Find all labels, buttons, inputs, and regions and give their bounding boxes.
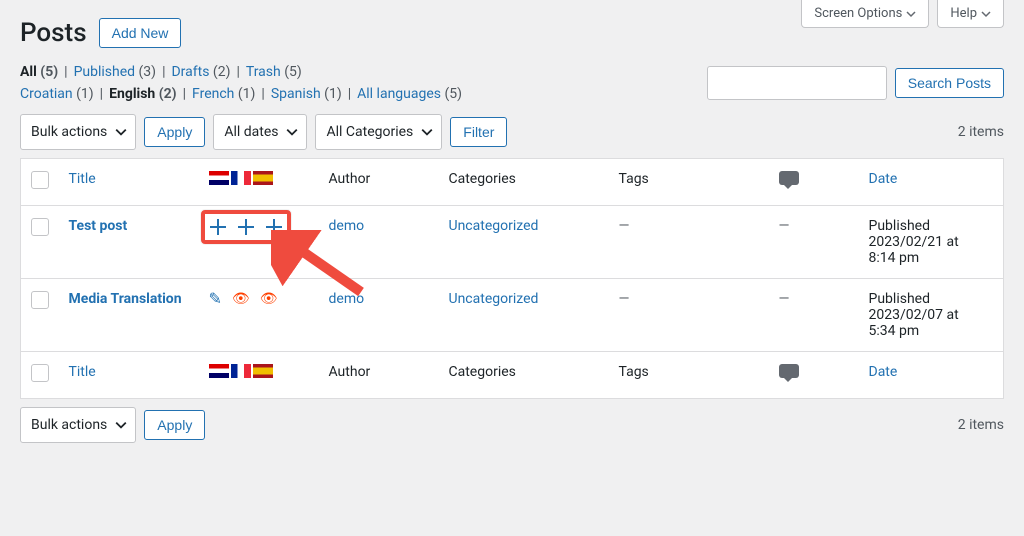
filter-all-languages[interactable]: All languages (5)	[357, 86, 462, 102]
column-author-foot: Author	[319, 352, 439, 399]
filter-count: (2)	[213, 64, 231, 80]
filter-drafts[interactable]: Drafts (2)	[171, 64, 230, 80]
chevron-down-icon	[421, 126, 433, 138]
screen-options-button[interactable]: Screen Options	[801, 0, 929, 28]
tags-cell: —	[619, 218, 630, 234]
category-filter-label: All Categories	[326, 124, 413, 140]
chevron-down-icon	[286, 126, 298, 138]
column-languages	[199, 159, 319, 206]
edit-translation-icon[interactable]: ✎	[209, 291, 222, 307]
comment-icon	[779, 364, 799, 378]
flag-es-icon	[253, 364, 273, 378]
filter-published[interactable]: Published (3)	[74, 64, 157, 80]
search-input[interactable]	[707, 66, 887, 100]
flag-es-icon	[253, 171, 273, 185]
date-filter-select[interactable]: All dates	[213, 114, 307, 150]
filter-count: (3)	[139, 64, 157, 80]
filter-button[interactable]: Filter	[450, 117, 507, 147]
post-title-link[interactable]: Media Translation	[69, 291, 182, 307]
row-checkbox[interactable]	[31, 291, 49, 309]
date-filter-label: All dates	[224, 124, 278, 140]
column-tags-foot: Tags	[609, 352, 769, 399]
select-all-checkbox-foot[interactable]	[31, 364, 49, 382]
help-button[interactable]: Help	[937, 0, 1004, 28]
filter-count: (1)	[238, 86, 256, 102]
add-translation-icon[interactable]	[209, 218, 227, 236]
category-filter-select[interactable]: All Categories	[315, 114, 442, 150]
help-label: Help	[950, 6, 977, 21]
table-row: Test post demo Uncategorized — — Published202…	[21, 206, 1004, 279]
bulk-actions-select[interactable]: Bulk actions	[20, 114, 136, 150]
chevron-down-icon	[115, 419, 127, 431]
filter-all[interactable]: All (5)	[20, 64, 58, 80]
filter-trash[interactable]: Trash (5)	[246, 64, 302, 80]
select-all-checkbox[interactable]	[31, 171, 49, 189]
chevron-down-icon	[981, 9, 991, 19]
column-tags: Tags	[609, 159, 769, 206]
date-cell: Published2023/02/07 at5:34 pm	[859, 279, 1004, 352]
column-comments-foot	[769, 352, 859, 399]
flag-fr-icon	[231, 171, 251, 185]
column-languages-foot	[199, 352, 319, 399]
apply-button-top[interactable]: Apply	[144, 117, 205, 147]
post-title-link[interactable]: Test post	[69, 218, 128, 234]
column-comments	[769, 159, 859, 206]
apply-button-bottom[interactable]: Apply	[144, 410, 205, 440]
column-categories-foot: Categories	[439, 352, 609, 399]
flag-hr-icon	[209, 364, 229, 378]
filter-french[interactable]: French (1)	[192, 86, 255, 102]
column-date[interactable]: Date	[869, 171, 898, 187]
author-link[interactable]: demo	[329, 218, 365, 234]
view-translation-icon[interactable]: 👁	[260, 292, 278, 306]
comment-icon	[779, 171, 799, 185]
bulk-actions-label-bottom: Bulk actions	[31, 417, 107, 433]
items-count-bottom: 2 items	[958, 417, 1004, 433]
chevron-down-icon	[115, 126, 127, 138]
filter-count: (5)	[284, 64, 302, 80]
row-checkbox[interactable]	[31, 218, 49, 236]
filter-count: (5)	[444, 86, 462, 102]
column-author: Author	[319, 159, 439, 206]
add-new-button[interactable]: Add New	[99, 18, 182, 48]
filter-croatian[interactable]: Croatian (1)	[20, 86, 94, 102]
add-translation-icon[interactable]	[237, 218, 255, 236]
filter-spanish[interactable]: Spanish (1)	[271, 86, 342, 102]
author-link[interactable]: demo	[329, 291, 365, 307]
filter-count: (1)	[76, 86, 94, 102]
comments-cell: —	[779, 291, 790, 307]
tablenav-top: Bulk actions Apply All dates All Categor…	[20, 106, 1004, 158]
column-categories: Categories	[439, 159, 609, 206]
search-posts-button[interactable]: Search Posts	[895, 68, 1004, 98]
filter-count: (5)	[40, 64, 58, 80]
filter-english[interactable]: English (2)	[109, 86, 177, 102]
tags-cell: —	[619, 291, 630, 307]
table-row: Media Translation ✎ 👁 👁 demo Uncategorized — — P…	[21, 279, 1004, 352]
screen-options-label: Screen Options	[814, 6, 902, 21]
filter-count: (1)	[324, 86, 342, 102]
column-title[interactable]: Title	[69, 171, 96, 187]
flag-fr-icon	[231, 364, 251, 378]
chevron-down-icon	[906, 9, 916, 19]
category-link[interactable]: Uncategorized	[449, 218, 539, 234]
posts-table: Title Author Categories Tags Date Test p…	[20, 158, 1004, 399]
view-translation-icon[interactable]: 👁	[232, 292, 250, 306]
add-translation-icon[interactable]	[265, 218, 283, 236]
comments-cell: —	[779, 218, 790, 234]
category-link[interactable]: Uncategorized	[449, 291, 539, 307]
items-count-top: 2 items	[958, 124, 1004, 140]
date-cell: Published2023/02/21 at8:14 pm	[859, 206, 1004, 279]
bulk-actions-select-bottom[interactable]: Bulk actions	[20, 407, 136, 443]
column-title-foot[interactable]: Title	[69, 364, 96, 380]
tablenav-bottom: Bulk actions Apply 2 items	[20, 399, 1004, 451]
bulk-actions-label: Bulk actions	[31, 124, 107, 140]
column-date-foot[interactable]: Date	[869, 364, 898, 380]
page-title: Posts	[20, 18, 87, 48]
filter-count: (2)	[159, 86, 177, 102]
flag-hr-icon	[209, 171, 229, 185]
